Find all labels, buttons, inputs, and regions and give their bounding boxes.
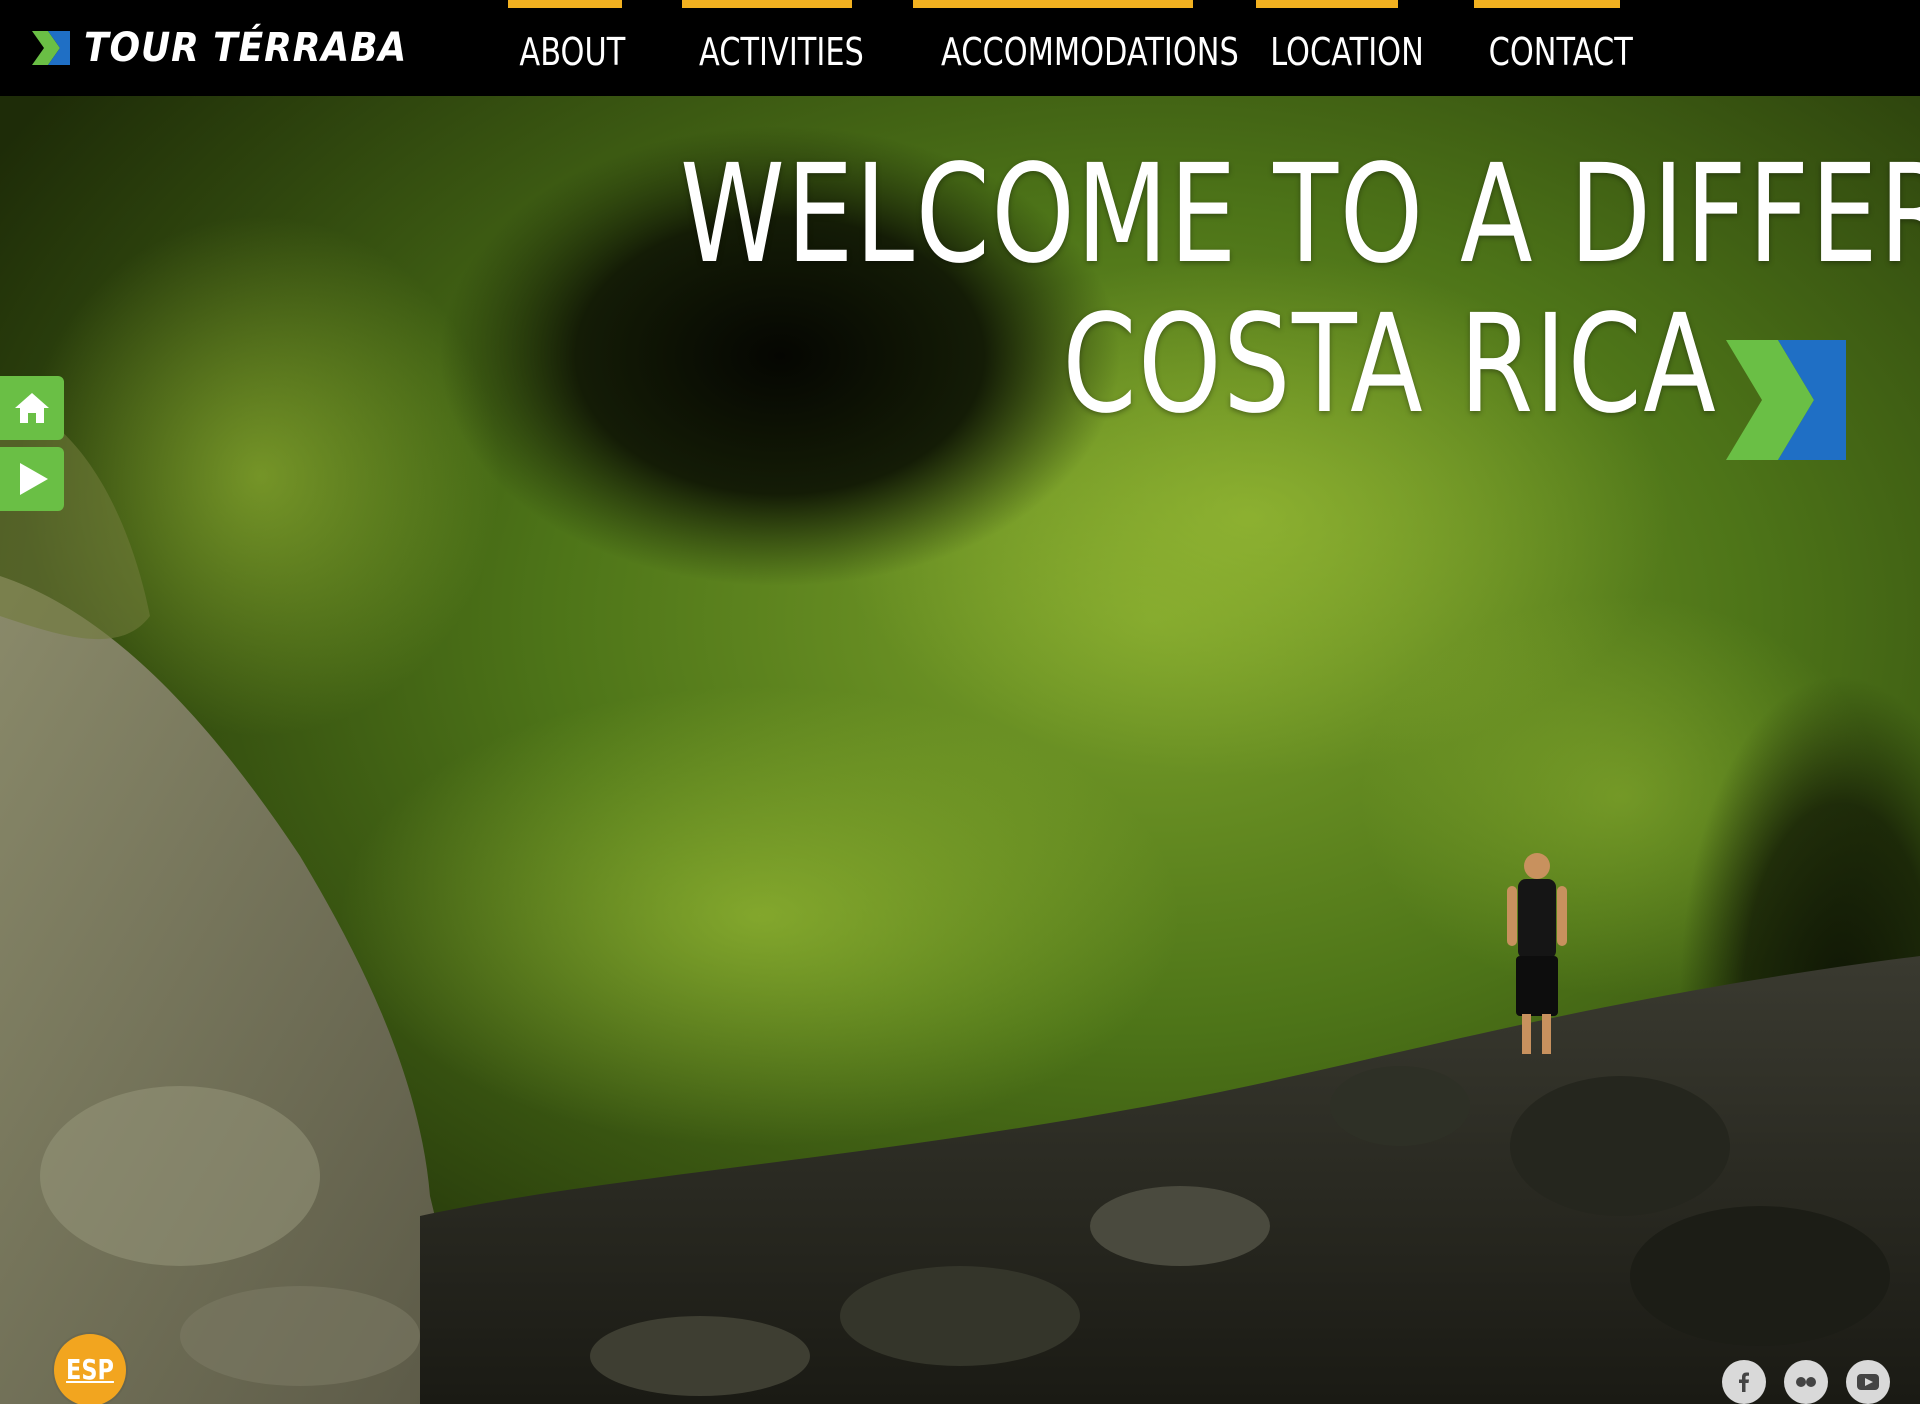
hero-section: WELCOME TO A DIFFERENT COSTA RICA [0, 96, 1920, 1404]
nav-label: CONTACT [1488, 30, 1633, 74]
youtube-button[interactable] [1846, 1360, 1890, 1404]
youtube-icon [1857, 1374, 1879, 1390]
language-label: ESP [66, 1353, 114, 1386]
nav-activities[interactable]: ACTIVITIES [682, 0, 864, 96]
flickr-icon [1796, 1377, 1816, 1387]
flickr-button[interactable] [1784, 1360, 1828, 1404]
facebook-icon [1739, 1372, 1749, 1392]
nav-active-bar [1256, 0, 1398, 8]
play-icon [20, 463, 48, 495]
page: TOUR TÉRRABA ABOUT ACTIVITIES ACCOMMODAT… [0, 0, 1920, 1404]
side-tab-play[interactable] [0, 447, 64, 511]
nav-active-bar [682, 0, 852, 8]
nav-active-bar [913, 0, 1193, 8]
nav-contact[interactable]: CONTACT [1474, 0, 1633, 96]
nav-active-bar [508, 0, 622, 8]
facebook-button[interactable] [1722, 1360, 1766, 1404]
headline-line-1: WELCOME TO A DIFFERENT [680, 136, 1920, 294]
hero-headline: WELCOME TO A DIFFERENT COSTA RICA [350, 136, 1920, 460]
brand-mark-icon [1726, 340, 1846, 460]
nav-label: ABOUT [519, 30, 626, 74]
nav-location[interactable]: LOCATION [1256, 0, 1424, 96]
nav-label: LOCATION [1270, 30, 1424, 74]
nav-label: ACTIVITIES [699, 30, 864, 74]
side-tab-home[interactable] [0, 376, 64, 440]
nav-label: ACCOMMODATIONS [941, 30, 1239, 74]
headline-line-2: COSTA RICA [1062, 286, 1718, 444]
language-toggle-button[interactable]: ESP [54, 1334, 126, 1404]
main-nav: ABOUT ACTIVITIES ACCOMMODATIONS LOCATION… [0, 0, 1920, 96]
home-icon [15, 393, 49, 423]
nav-about[interactable]: ABOUT [508, 0, 626, 96]
social-links [1722, 1360, 1890, 1404]
nav-active-bar [1474, 0, 1620, 8]
nav-accommodations[interactable]: ACCOMMODATIONS [913, 0, 1239, 96]
site-header: TOUR TÉRRABA ABOUT ACTIVITIES ACCOMMODAT… [0, 0, 1920, 96]
